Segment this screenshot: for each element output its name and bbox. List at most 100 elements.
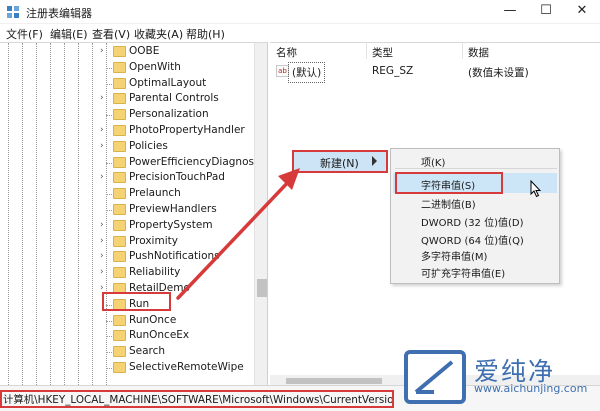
- watermark-logo-icon: [404, 350, 466, 404]
- tree-item-label: Personalization: [129, 108, 209, 121]
- folder-icon: [113, 346, 126, 358]
- submenu-item-key[interactable]: 项(K): [421, 154, 445, 169]
- expand-arrow-icon[interactable]: ›: [100, 91, 104, 106]
- tree-item-label: Prelaunch: [129, 187, 181, 200]
- folder-icon: [113, 219, 126, 231]
- tree-item[interactable]: › PushNotifications: [0, 249, 255, 265]
- column-header-type[interactable]: 类型: [372, 45, 393, 60]
- registry-tree[interactable]: › OOBE OpenWith OptimalLayout › Parental Cont…: [0, 42, 268, 385]
- tree-item-label: Search: [129, 345, 166, 358]
- close-button[interactable]: ✕: [564, 0, 600, 24]
- tree-item-label: PropertySystem: [129, 218, 213, 231]
- expand-arrow-icon[interactable]: ›: [100, 249, 104, 264]
- tree-item[interactable]: SelectiveRemoteWipe: [0, 360, 255, 376]
- expand-arrow-icon[interactable]: ›: [100, 218, 104, 233]
- column-separator[interactable]: [366, 43, 367, 59]
- tree-vertical-scrollbar[interactable]: [254, 43, 267, 385]
- folder-icon: [113, 267, 126, 279]
- watermark: 爱纯净 www.aichunjing.com: [404, 350, 600, 404]
- folder-icon: [113, 61, 126, 73]
- tree-item-label: Reliability: [129, 266, 181, 279]
- registry-path: 计算机\HKEY_LOCAL_MACHINE\SOFTWARE\Microsof…: [0, 390, 394, 408]
- folder-icon: [113, 109, 126, 121]
- tree-item-label: PushNotifications: [129, 250, 220, 263]
- column-header-data[interactable]: 数据: [468, 45, 489, 60]
- expand-arrow-icon[interactable]: ›: [100, 170, 104, 185]
- new-submenu: 项(K) 字符串值(S) 二进制值(B) DWORD (32 位)值(D) QW…: [390, 148, 560, 284]
- submenu-item-binary-value[interactable]: 二进制值(B): [421, 196, 476, 211]
- tree-item-label: OOBE: [129, 45, 160, 57]
- tree-item[interactable]: PreviewHandlers: [0, 202, 255, 218]
- mouse-cursor-icon: [530, 180, 542, 198]
- tree-item[interactable]: Prelaunch: [0, 186, 255, 202]
- tree-item-label: Policies: [129, 139, 168, 152]
- folder-icon: [113, 140, 126, 152]
- expand-arrow-icon[interactable]: ›: [100, 44, 104, 59]
- expand-arrow-icon[interactable]: ›: [100, 123, 104, 138]
- tree-item[interactable]: › PhotoPropertyHandler: [0, 123, 255, 139]
- submenu-item-dword-value[interactable]: DWORD (32 位)值(D): [421, 214, 524, 229]
- watermark-url: www.aichunjing.com: [474, 382, 588, 395]
- submenu-item-expandable-string-value[interactable]: 可扩充字符串值(E): [421, 265, 505, 280]
- folder-icon: [113, 156, 126, 168]
- menu-file[interactable]: 文件(F): [6, 26, 43, 42]
- tree-item[interactable]: › PropertySystem: [0, 218, 255, 234]
- tree-item-label: SelectiveRemoteWipe: [129, 361, 244, 373]
- menu-view[interactable]: 查看(V): [92, 26, 130, 42]
- window-title: 注册表编辑器: [26, 7, 92, 20]
- annotation-box-string-value: [395, 172, 503, 194]
- tree-item-label: Proximity: [129, 234, 178, 247]
- minimize-button[interactable]: —: [492, 0, 528, 24]
- folder-icon: [113, 46, 126, 57]
- folder-icon: [113, 314, 126, 326]
- folder-icon: [113, 125, 126, 136]
- tree-item[interactable]: PowerEfficiencyDiagnostics: [0, 155, 267, 171]
- menu-favorites[interactable]: 收藏夹(A): [134, 26, 183, 42]
- tree-item-label: Parental Controls: [129, 92, 219, 105]
- tree-item-label: RunOnce: [129, 313, 177, 326]
- scrollbar-thumb[interactable]: [286, 378, 382, 384]
- maximize-button[interactable]: ☐: [528, 0, 564, 24]
- expand-arrow-icon[interactable]: ›: [100, 265, 104, 280]
- expand-arrow-icon[interactable]: ›: [100, 234, 104, 249]
- tree-item[interactable]: RunOnce: [0, 313, 255, 329]
- tree-item[interactable]: › OOBE: [0, 44, 255, 60]
- folder-icon: [113, 77, 126, 89]
- tree-item[interactable]: OpenWith: [0, 60, 255, 76]
- folder-icon: [113, 235, 126, 247]
- column-header-name[interactable]: 名称: [276, 45, 297, 60]
- folder-icon: [113, 330, 126, 342]
- tree-item[interactable]: OptimalLayout: [0, 76, 255, 92]
- scrollbar-thumb[interactable]: [257, 279, 267, 297]
- tree-item[interactable]: Search: [0, 344, 255, 360]
- value-type: REG_SZ: [372, 65, 414, 77]
- tree-item-label: PhotoPropertyHandler: [129, 124, 245, 136]
- tree-item[interactable]: › Policies: [0, 139, 255, 155]
- folder-icon: [113, 172, 126, 184]
- folder-icon: [113, 188, 126, 200]
- submenu-separator: [395, 168, 557, 169]
- submenu-item-multi-string-value[interactable]: 多字符串值(M): [421, 248, 487, 263]
- annotation-box-run: [102, 292, 171, 311]
- folder-icon: [113, 251, 126, 263]
- tree-item[interactable]: › PrecisionTouchPad: [0, 170, 255, 186]
- title-bar: 注册表编辑器 — ☐ ✕: [0, 0, 600, 24]
- tree-item-label: PowerEfficiencyDiagnostics: [129, 155, 268, 168]
- annotation-box-new: [292, 150, 388, 173]
- menu-bar: 文件(F) 编辑(E) 查看(V) 收藏夹(A) 帮助(H): [0, 24, 600, 42]
- value-data: (数值未设置): [468, 67, 529, 79]
- expand-arrow-icon[interactable]: ›: [100, 139, 104, 154]
- value-name[interactable]: (默认): [288, 62, 326, 83]
- folder-icon: [113, 362, 126, 373]
- tree-item[interactable]: › Reliability: [0, 265, 255, 281]
- tree-item[interactable]: Personalization: [0, 107, 255, 123]
- tree-item[interactable]: RunOnceEx: [0, 328, 255, 344]
- tree-item-label: PreviewHandlers: [129, 203, 217, 215]
- tree-item-label: OpenWith: [129, 60, 181, 73]
- submenu-item-qword-value[interactable]: QWORD (64 位)值(Q): [421, 232, 524, 247]
- menu-help[interactable]: 帮助(H): [186, 26, 225, 42]
- menu-edit[interactable]: 编辑(E): [50, 26, 88, 42]
- column-separator[interactable]: [462, 43, 463, 59]
- tree-item[interactable]: › Proximity: [0, 234, 255, 250]
- tree-item[interactable]: › Parental Controls: [0, 91, 255, 107]
